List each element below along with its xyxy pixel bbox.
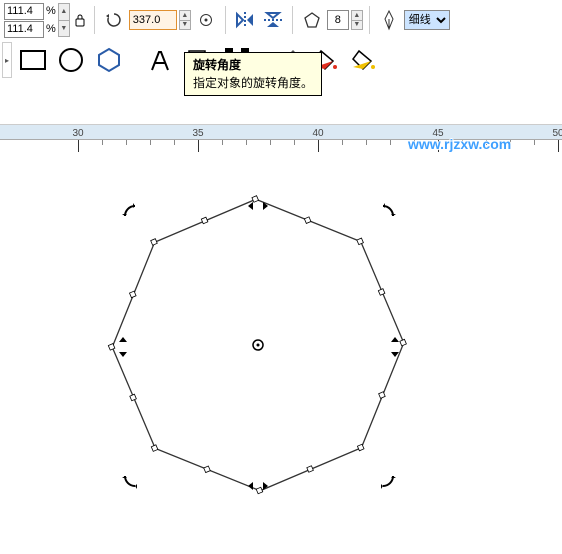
outline-fill-tool-icon[interactable]	[346, 43, 380, 77]
scale-spinner[interactable]: ▲▼	[58, 3, 70, 37]
skew-handle-left[interactable]	[118, 337, 128, 357]
scale-x-input[interactable]	[4, 3, 44, 20]
percent-label: %	[46, 5, 56, 17]
pen-outline-icon[interactable]	[376, 7, 402, 33]
rotate-center-icon[interactable]	[193, 7, 219, 33]
separator	[94, 6, 95, 34]
separator	[225, 6, 226, 34]
mirror-horizontal-button[interactable]	[232, 7, 258, 33]
skew-handle-right[interactable]	[390, 337, 400, 357]
scale-group: % %	[4, 3, 56, 38]
separator	[292, 6, 293, 34]
selected-octagon[interactable]	[0, 115, 562, 554]
rotate-ccw-icon[interactable]	[101, 7, 127, 33]
scale-y-input[interactable]	[4, 21, 44, 38]
rotate-handle-tl[interactable]	[122, 203, 138, 219]
drawing-canvas[interactable]	[0, 115, 562, 554]
tooltip-body: 指定对象的旋转角度。	[193, 74, 313, 91]
skew-handle-bottom[interactable]	[248, 481, 268, 491]
tooltip-title: 旋转角度	[193, 56, 313, 73]
rotation-tooltip: 旋转角度 指定对象的旋转角度。	[184, 52, 322, 96]
property-bar: % % ▲▼ ▲▼ ▲▼ 细线	[0, 0, 562, 40]
outline-width-select[interactable]: 细线	[404, 10, 450, 30]
separator	[369, 6, 370, 34]
rectangle-tool-icon[interactable]	[16, 43, 50, 77]
rotate-handle-br[interactable]	[380, 473, 396, 489]
sides-spinner[interactable]: ▲▼	[351, 10, 363, 30]
ellipse-tool-icon[interactable]	[54, 43, 88, 77]
polygon-hex-tool-icon[interactable]	[92, 43, 126, 77]
polygon-sides-input[interactable]	[327, 10, 349, 30]
mirror-vertical-button[interactable]	[260, 7, 286, 33]
polygon-tool-icon[interactable]	[299, 7, 325, 33]
lock-ratio-button[interactable]	[72, 10, 88, 30]
skew-handle-top[interactable]	[248, 201, 268, 211]
rotation-spinner[interactable]: ▲▼	[179, 10, 191, 30]
percent-label: %	[46, 23, 56, 35]
text-tool-icon[interactable]	[144, 43, 178, 77]
rotation-angle-input[interactable]	[129, 10, 177, 30]
flyout-arrow[interactable]: ▸	[2, 42, 12, 78]
rotate-handle-tr[interactable]	[380, 203, 396, 219]
rotate-handle-bl[interactable]	[122, 473, 138, 489]
